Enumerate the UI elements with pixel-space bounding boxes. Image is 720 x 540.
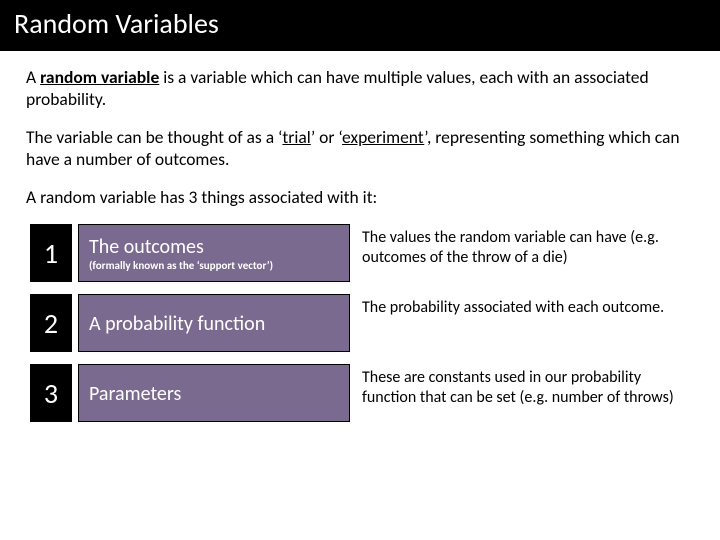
item-number: 3	[30, 364, 72, 422]
list-item: 2 A probability function The probability…	[30, 294, 690, 352]
items-list: 1 The outcomes (formally known as the ‘s…	[26, 224, 694, 422]
list-item: 3 Parameters These are constants used in…	[30, 364, 690, 422]
intro-paragraph-1: A random variable is a variable which ca…	[26, 67, 694, 111]
text: ’ or ‘	[311, 126, 342, 148]
item-label: The outcomes	[89, 236, 339, 258]
text: A	[26, 66, 40, 88]
item-label: Parameters	[89, 383, 339, 405]
term-random-variable: random variable	[40, 66, 159, 88]
list-item: 1 The outcomes (formally known as the ‘s…	[30, 224, 690, 282]
item-label: A probability function	[89, 313, 339, 335]
text: The variable can be thought of as a ‘	[26, 126, 282, 148]
item-number: 1	[30, 224, 72, 282]
item-label-box: Parameters	[78, 364, 350, 422]
item-description: The probability associated with each out…	[356, 294, 690, 352]
intro-paragraph-2: The variable can be thought of as a ‘tri…	[26, 127, 694, 171]
item-description: These are constants used in our probabil…	[356, 364, 690, 422]
slide-title: Random Variables	[0, 0, 720, 51]
slide-content: A random variable is a variable which ca…	[0, 51, 720, 422]
intro-paragraph-3: A random variable has 3 things associate…	[26, 187, 694, 209]
item-label-box: The outcomes (formally known as the ‘sup…	[78, 224, 350, 282]
item-number: 2	[30, 294, 72, 352]
underline-trial: trial	[282, 126, 310, 148]
underline-experiment: experiment	[342, 126, 424, 148]
item-label-box: A probability function	[78, 294, 350, 352]
item-description: The values the random variable can have …	[356, 224, 690, 282]
item-sublabel: (formally known as the ‘support vector’)	[89, 259, 339, 272]
